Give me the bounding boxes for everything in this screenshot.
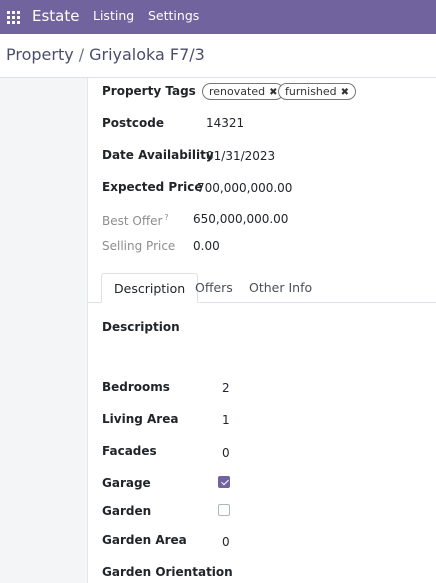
selling-price-label: Selling Price [102,239,176,253]
tag-renovated: renovated ✖ [202,83,285,100]
best-offer-label: Best Offer? [102,210,169,229]
help-tooltip-icon[interactable]: ? [164,213,168,222]
tab-offers[interactable]: Offers [183,273,245,303]
garden-checkbox[interactable] [218,504,230,516]
remove-tag-icon[interactable]: ✖ [269,87,277,98]
breadcrumb-current: Griyaloka F7/3 [89,45,205,64]
breadcrumb-parent[interactable]: Property [6,45,74,64]
top-navbar: Estate Listing Settings [0,0,436,34]
date-availability-field[interactable]: 01/31/2023 [206,148,275,164]
selling-price-value: 0.00 [193,239,220,253]
app-name[interactable]: Estate [32,6,79,26]
expected-price-field[interactable]: 700,000,000.00 [197,180,292,196]
garden-label: Garden [102,504,152,518]
garage-checkbox[interactable] [218,476,230,488]
postcode-field[interactable]: 14321 [206,115,244,131]
living-area-label: Living Area [102,412,179,426]
garden-area-label: Garden Area [102,533,187,547]
form-background [0,78,88,583]
garden-orientation-label: Garden Orientation [102,565,233,579]
facades-label: Facades [102,444,157,458]
garage-label: Garage [102,476,151,490]
garden-area-field[interactable]: 0 [222,534,230,550]
menu-settings[interactable]: Settings [148,8,199,24]
living-area-field[interactable]: 1 [222,412,230,428]
description-label: Description [102,320,180,334]
breadcrumb: Property / Griyaloka F7/3 [6,44,205,66]
bedrooms-field[interactable]: 2 [222,380,230,396]
tag-label: renovated [209,85,266,98]
tag-label: furnished [285,85,337,98]
best-offer-label-text: Best Offer [102,214,163,228]
bedrooms-label: Bedrooms [102,380,170,394]
description-field[interactable] [102,340,422,370]
expected-price-label: Expected Price [102,180,203,194]
facades-field[interactable]: 0 [222,445,230,461]
breadcrumb-separator: / [78,45,85,64]
postcode-label: Postcode [102,116,165,130]
date-availability-label: Date Availability [102,148,214,162]
property-tags-label: Property Tags [102,84,196,98]
menu-listing[interactable]: Listing [93,8,134,24]
apps-menu-icon[interactable] [7,11,20,24]
tab-other-info[interactable]: Other Info [237,273,324,303]
best-offer-value: 650,000,000.00 [193,212,289,226]
tag-furnished: furnished ✖ [278,83,357,100]
remove-tag-icon[interactable]: ✖ [341,87,349,98]
